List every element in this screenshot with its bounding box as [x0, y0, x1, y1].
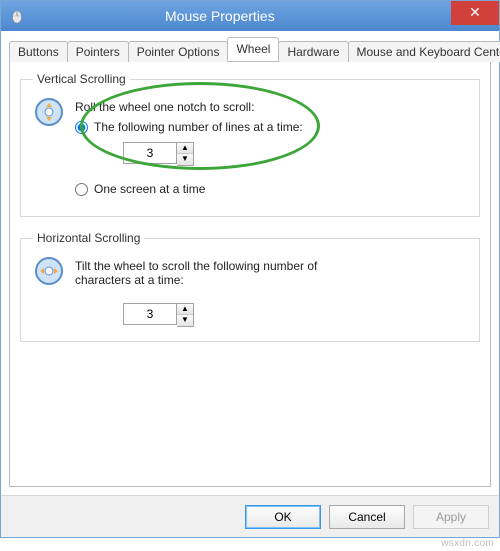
ok-button[interactable]: OK — [245, 505, 321, 529]
wheel-vertical-icon — [33, 96, 65, 128]
dialog-button-bar: OK Cancel Apply — [1, 495, 499, 537]
radio-lines-label: The following number of lines at a time: — [94, 120, 303, 134]
horizontal-intro-text: Tilt the wheel to scroll the following n… — [75, 259, 335, 287]
lines-spinner-up[interactable]: ▲ — [177, 143, 193, 154]
watermark-text: wsxdn.com — [441, 538, 494, 549]
close-button[interactable]: ✕ — [451, 1, 499, 25]
vertical-scrolling-legend: Vertical Scrolling — [33, 72, 130, 86]
content-area: Buttons Pointers Pointer Options Wheel H… — [1, 31, 499, 495]
chars-spinner-down[interactable]: ▼ — [177, 315, 193, 326]
lines-spinner: ▲ ▼ — [123, 142, 194, 166]
lines-spinner-down[interactable]: ▼ — [177, 154, 193, 165]
tab-pointer-options[interactable]: Pointer Options — [128, 41, 229, 62]
chars-spinner-input[interactable] — [123, 303, 177, 325]
window-title: Mouse Properties — [165, 8, 275, 24]
lines-spinner-input[interactable] — [123, 142, 177, 164]
radio-one-screen-label: One screen at a time — [94, 182, 205, 196]
chars-spinner: ▲ ▼ — [123, 303, 194, 327]
cancel-button[interactable]: Cancel — [329, 505, 405, 529]
close-icon: ✕ — [469, 4, 481, 20]
tab-buttons[interactable]: Buttons — [9, 41, 68, 62]
titlebar: Mouse Properties ✕ — [1, 1, 499, 31]
tab-panel-wheel: Vertical Scrolling Roll the wheel one no… — [9, 61, 491, 487]
chars-spinner-up[interactable]: ▲ — [177, 304, 193, 315]
radio-one-screen[interactable]: One screen at a time — [75, 182, 467, 196]
radio-one-screen-input[interactable] — [75, 183, 88, 196]
horizontal-scrolling-group: Horizontal Scrolling Tilt the wheel to s… — [20, 231, 480, 342]
vertical-intro-text: Roll the wheel one notch to scroll: — [75, 100, 467, 114]
wheel-horizontal-icon — [33, 255, 65, 287]
mouse-properties-window: Mouse Properties ✕ Buttons Pointers Poin… — [0, 0, 500, 538]
tab-hardware[interactable]: Hardware — [278, 41, 348, 62]
vertical-scrolling-group: Vertical Scrolling Roll the wheel one no… — [20, 72, 480, 217]
tab-mouse-keyboard-center[interactable]: Mouse and Keyboard Center — [348, 41, 500, 62]
radio-lines-at-a-time[interactable]: The following number of lines at a time: — [75, 120, 467, 134]
mouse-icon — [9, 8, 25, 24]
tab-pointers[interactable]: Pointers — [67, 41, 129, 62]
tab-wheel[interactable]: Wheel — [227, 37, 279, 61]
tab-strip: Buttons Pointers Pointer Options Wheel H… — [9, 37, 491, 61]
horizontal-scrolling-legend: Horizontal Scrolling — [33, 231, 144, 245]
apply-button: Apply — [413, 505, 489, 529]
radio-lines-input[interactable] — [75, 121, 88, 134]
